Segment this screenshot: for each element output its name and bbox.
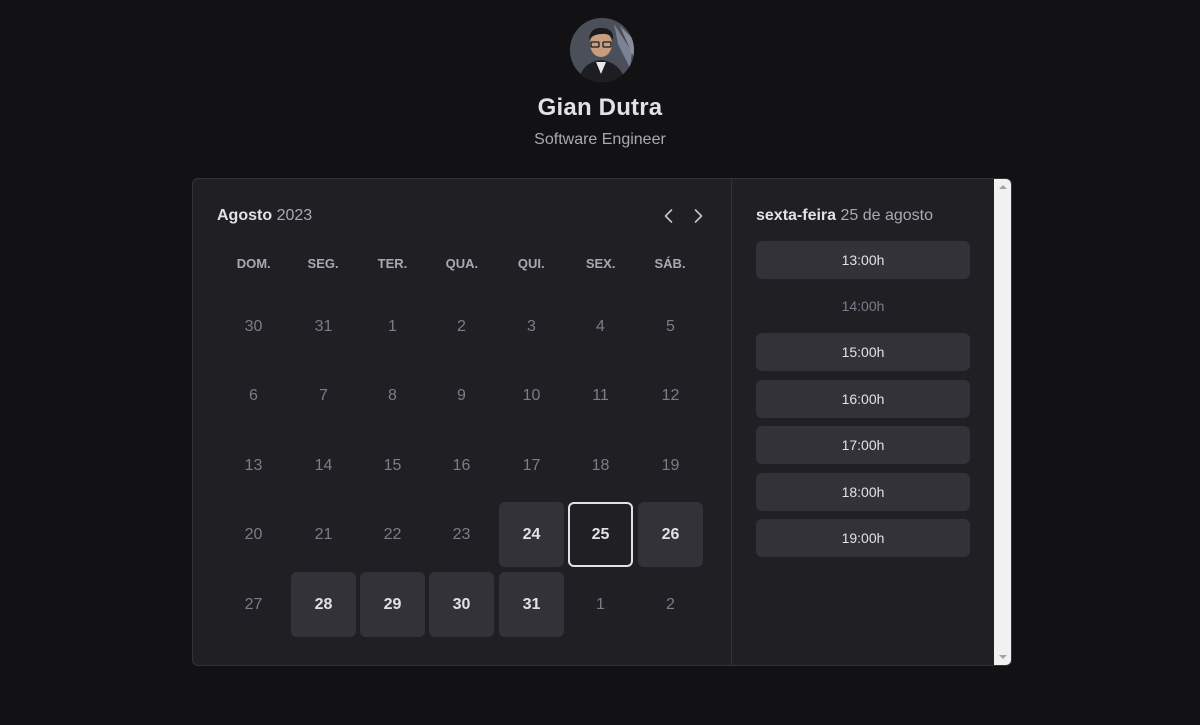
weekday-label: DOM. (236, 256, 271, 271)
calendar-day-disabled: 20 (244, 525, 263, 543)
calendar-day-disabled: 27 (244, 595, 263, 613)
calendar-day-disabled: 30 (244, 317, 263, 335)
time-picker: sexta-feira 25 de agosto 13:00h 14:00h 15:… (732, 179, 994, 665)
calendar-day-disabled: 23 (452, 525, 471, 543)
time-slot-button[interactable]: 17:00h (756, 426, 970, 464)
scroll-down-arrow-icon (998, 655, 1007, 659)
calendar-day-disabled: 16 (452, 456, 471, 474)
calendar-day[interactable]: 30 (429, 572, 494, 637)
calendar-day[interactable]: 31 (499, 572, 564, 637)
time-slot-unavailable: 14:00h (841, 298, 885, 314)
weekday-label: SÁB. (654, 256, 686, 271)
previous-month-button[interactable] (658, 205, 680, 227)
calendar-day-disabled: 4 (596, 317, 605, 335)
calendar-day[interactable]: 24 (499, 502, 564, 567)
chevron-right-icon (694, 209, 703, 223)
time-picker-title: sexta-feira 25 de agosto (756, 207, 933, 225)
calendar-day-disabled: 15 (383, 456, 402, 474)
weekday-label: SEG. (307, 256, 339, 271)
calendar-day-disabled: 13 (244, 456, 263, 474)
calendar-day[interactable]: 28 (291, 572, 356, 637)
calendar-day-disabled: 21 (314, 525, 333, 543)
weekday-header: DOM. SEG. TER. QUA. QUI. SEX. SÁB. (219, 256, 705, 276)
profile-role: Software Engineer (534, 131, 666, 148)
calendar-day-disabled: 22 (383, 525, 402, 543)
chevron-left-icon (664, 209, 673, 223)
time-slot-button[interactable]: 13:00h (756, 241, 970, 279)
time-slot-button[interactable]: 18:00h (756, 473, 970, 511)
weekday-label: QUI. (517, 256, 545, 271)
weekday-label: TER. (377, 256, 408, 271)
calendar-day-disabled: 14 (314, 456, 333, 474)
calendar-month: Agosto (217, 207, 273, 224)
calendar-day-disabled: 3 (527, 317, 536, 335)
calendar: Agosto 2023 DOM. SEG. TER. QUA. QUI. SEX… (193, 179, 732, 665)
calendar-day-disabled: 12 (661, 386, 680, 404)
user-avatar-icon (570, 18, 634, 82)
calendar-day-disabled: 10 (522, 386, 541, 404)
time-slot-button[interactable]: 19:00h (756, 519, 970, 557)
calendar-title: Agosto 2023 (217, 207, 312, 225)
calendar-day-disabled: 31 (314, 317, 333, 335)
calendar-day-disabled: 1 (596, 595, 605, 613)
time-slot-button[interactable]: 15:00h (756, 333, 970, 371)
calendar-day[interactable]: 26 (638, 502, 703, 567)
calendar-day-disabled: 8 (388, 386, 397, 404)
calendar-day-disabled: 2 (457, 317, 466, 335)
next-month-button[interactable] (687, 205, 709, 227)
calendar-day[interactable]: 29 (360, 572, 425, 637)
calendar-day-disabled: 7 (319, 386, 328, 404)
calendar-year: 2023 (276, 207, 313, 224)
avatar (570, 18, 634, 82)
calendar-day-disabled: 17 (522, 456, 541, 474)
scroll-up-button[interactable] (994, 181, 1011, 193)
calendar-day-disabled: 2 (666, 595, 675, 613)
calendar-day-disabled: 5 (666, 317, 675, 335)
calendar-day-disabled: 11 (592, 386, 609, 404)
scroll-up-arrow-icon (998, 185, 1007, 189)
scroll-down-button[interactable] (994, 651, 1011, 663)
calendar-day-disabled: 9 (457, 386, 466, 404)
profile-name: Gian Dutra (537, 94, 663, 121)
calendar-day-selected[interactable]: 25 (568, 502, 633, 567)
calendar-day-disabled: 6 (249, 386, 258, 404)
scheduling-card: Agosto 2023 DOM. SEG. TER. QUA. QUI. SEX… (192, 178, 1012, 666)
calendar-day-disabled: 19 (661, 456, 680, 474)
weekday-label: SEX. (585, 256, 616, 271)
selected-date: 25 de agosto (840, 207, 934, 224)
weekday-label: QUA. (445, 256, 479, 271)
scrollbar[interactable] (994, 179, 1011, 665)
time-slot-button[interactable]: 16:00h (756, 380, 970, 418)
calendar-day-disabled: 1 (388, 317, 397, 335)
calendar-day-disabled: 18 (591, 456, 610, 474)
selected-weekday: sexta-feira (756, 207, 837, 224)
